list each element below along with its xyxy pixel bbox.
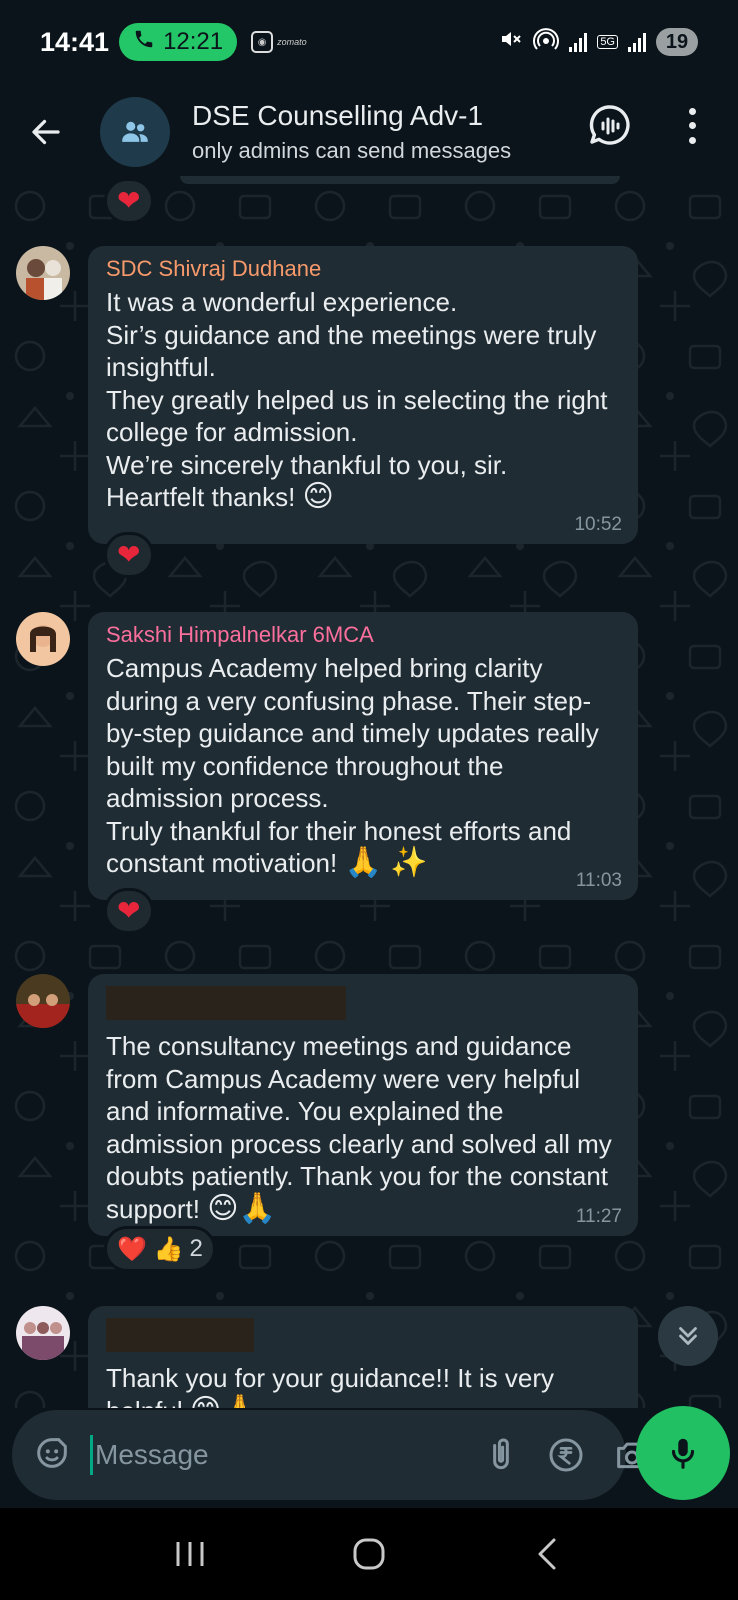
- reaction-pill[interactable]: ❤: [104, 532, 154, 578]
- message-text: It was a wonderful experience. Sir’s gui…: [106, 287, 608, 513]
- reaction-pill[interactable]: ❤: [104, 178, 154, 224]
- message-input[interactable]: [90, 1435, 456, 1475]
- message-text: Campus Academy helped bring clarity duri…: [106, 653, 599, 879]
- smile-pray-emoji: 😊🙏: [190, 1394, 259, 1408]
- zomato-label: zomato: [277, 37, 307, 47]
- hotspot-icon: [533, 27, 560, 57]
- recent-apps-button[interactable]: [160, 1524, 220, 1584]
- avatar[interactable]: [16, 246, 70, 300]
- call-duration: 12:21: [163, 28, 224, 55]
- scrolled-off-message: [180, 176, 620, 184]
- message-composer: [12, 1410, 647, 1500]
- message-text: The consultancy meetings and guidance fr…: [106, 1031, 612, 1225]
- message-bubble[interactable]: Thank you for your guidance!! It is very…: [88, 1306, 638, 1408]
- back-nav-button[interactable]: [518, 1524, 578, 1584]
- group-title: DSE Counselling Adv-1: [192, 100, 484, 131]
- phone-icon: [133, 28, 155, 56]
- status-clock: 14:41: [40, 26, 110, 57]
- heart-icon: ❤: [117, 539, 141, 570]
- message-bubble[interactable]: The consultancy meetings and guidance fr…: [88, 974, 638, 1236]
- profile-photo: [16, 612, 70, 666]
- profile-photo: [16, 1306, 70, 1360]
- signal-icon-2: [628, 32, 646, 52]
- heart-icon: ❤: [117, 895, 141, 926]
- sender-name[interactable]: SDC Shivraj Dudhane: [106, 256, 620, 282]
- chat-header-info[interactable]: DSE Counselling Adv-1 only admins can se…: [192, 100, 511, 164]
- microphone-icon: [671, 1438, 695, 1469]
- home-button[interactable]: [339, 1524, 399, 1584]
- sticker-icon[interactable]: [32, 1433, 72, 1478]
- redacted-sender: [106, 1318, 254, 1352]
- avatar[interactable]: [16, 974, 70, 1028]
- rupee-payment-icon[interactable]: [546, 1433, 586, 1477]
- avatar[interactable]: [16, 1306, 70, 1360]
- screen-record-icon: ◉: [251, 31, 274, 53]
- battery-indicator: 19: [656, 28, 698, 56]
- back-button[interactable]: [0, 84, 92, 180]
- reaction-pill[interactable]: ❤️ 👍 2: [104, 1226, 216, 1272]
- chat-area[interactable]: ❤ SDC Shivraj Dudhane It was a wonderful…: [0, 176, 738, 1408]
- profile-photo: [16, 974, 70, 1028]
- group-avatar[interactable]: [100, 97, 170, 167]
- redacted-sender: [106, 986, 346, 1020]
- group-subtitle: only admins can send messages: [192, 138, 512, 163]
- message-time: 11:27: [575, 1206, 622, 1227]
- message-time: 11:03: [575, 870, 622, 891]
- profile-photo: [16, 246, 70, 300]
- network-type: 5G: [597, 35, 618, 49]
- chat-header: DSE Counselling Adv-1 only admins can se…: [0, 84, 738, 180]
- smile-pray-emoji: 😊🙏: [207, 1191, 276, 1225]
- voice-chat-icon: [589, 105, 630, 145]
- mute-icon: [499, 27, 523, 57]
- pray-sparkle-emoji: 🙏 ✨: [344, 846, 428, 879]
- status-icons: 5G 19: [499, 27, 698, 57]
- reaction-emojis: ❤️ 👍: [117, 1235, 184, 1263]
- avatar[interactable]: [16, 612, 70, 666]
- sender-name[interactable]: Sakshi Himpalnelkar 6MCA: [106, 622, 620, 648]
- attach-icon[interactable]: [482, 1433, 520, 1477]
- smile-emoji: 😊: [302, 480, 334, 513]
- chevron-left-icon: [538, 1538, 556, 1570]
- scroll-to-bottom-button[interactable]: [658, 1306, 718, 1366]
- message-time: 10:52: [574, 514, 622, 535]
- zomato-notification: ◉ zomato: [251, 31, 307, 53]
- group-icon: [122, 121, 148, 142]
- message-bubble[interactable]: Sakshi Himpalnelkar 6MCA Campus Academy …: [88, 612, 638, 900]
- message-text: Thank you for your guidance!! It is very…: [106, 1362, 620, 1408]
- status-bar: 14:41 12:21 ◉ zomato 5G 19: [0, 0, 738, 84]
- system-nav-bar: [0, 1508, 738, 1600]
- arrow-left-icon: [32, 119, 60, 145]
- reaction-count: 2: [189, 1235, 203, 1262]
- voice-message-button[interactable]: [636, 1406, 730, 1500]
- reaction-pill[interactable]: ❤: [104, 888, 154, 934]
- voice-chat-button[interactable]: [586, 102, 634, 150]
- recents-icon: [176, 1542, 204, 1566]
- home-icon: [353, 1538, 385, 1570]
- more-options-button[interactable]: [682, 104, 702, 148]
- double-chevron-down-icon: [679, 1327, 697, 1345]
- heart-icon: ❤: [117, 185, 141, 216]
- signal-icon: [569, 32, 588, 52]
- ongoing-call-pill[interactable]: 12:21: [119, 23, 238, 61]
- message-bubble[interactable]: SDC Shivraj Dudhane It was a wonderful e…: [88, 246, 638, 544]
